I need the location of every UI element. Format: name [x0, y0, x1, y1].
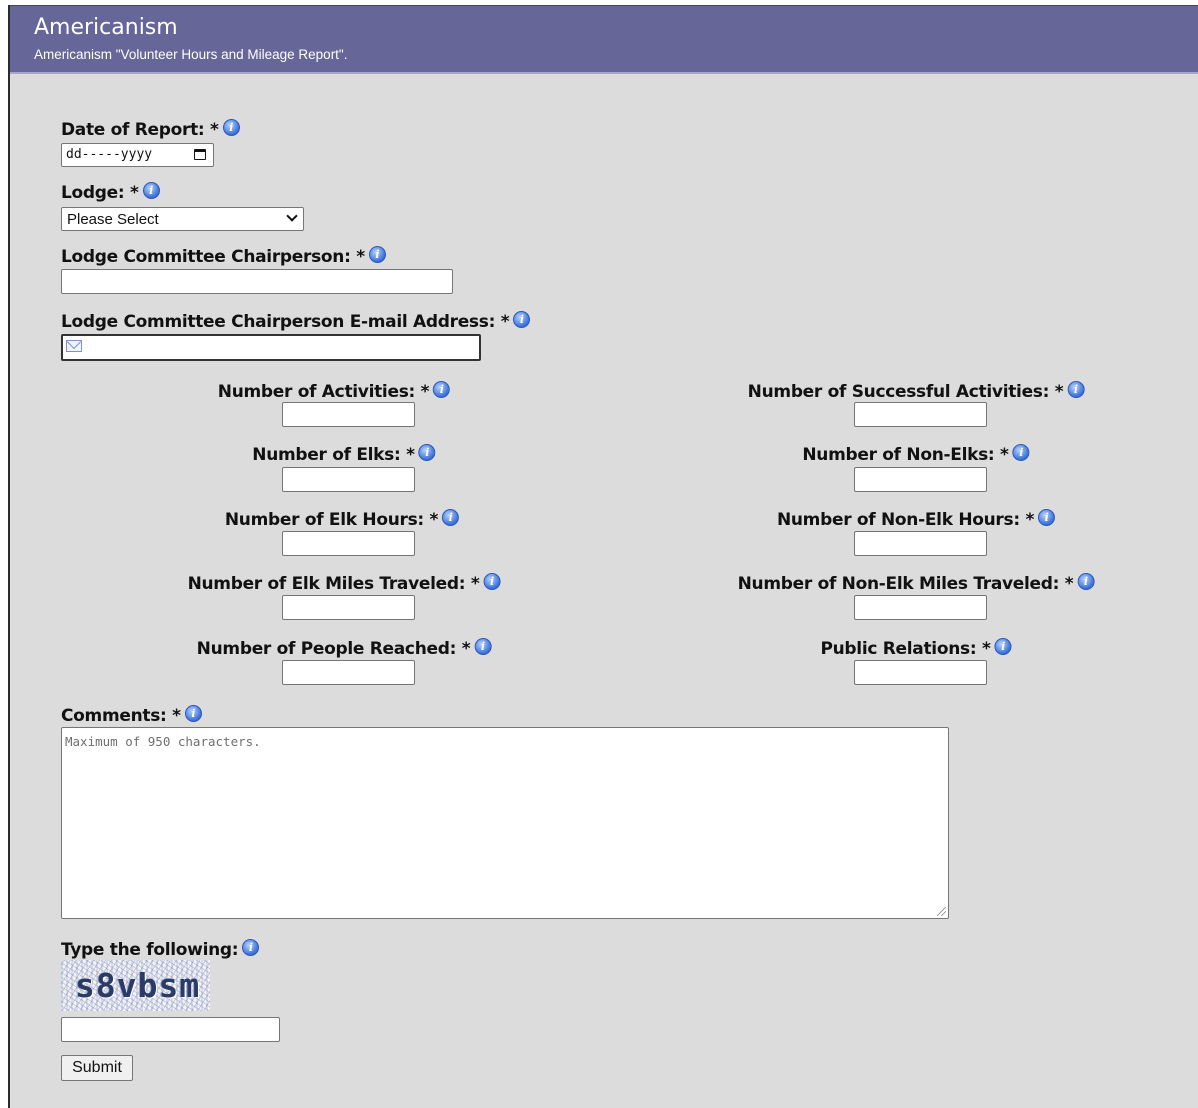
info-icon[interactable]: i: [1038, 509, 1056, 526]
public-relations-label-text: Public Relations: *: [820, 639, 991, 659]
captcha-label: Type the following: i: [61, 939, 260, 960]
num-people-reached-input[interactable]: [282, 660, 415, 685]
num-successful-activities-input[interactable]: [854, 402, 987, 427]
comments-label-text: Comments: *: [61, 706, 181, 726]
num-elk-miles-label-text: Number of Elk Miles Traveled: *: [187, 574, 480, 594]
lodge-label: Lodge: * i: [61, 182, 160, 203]
date-placeholder: dd-----yyyy: [66, 147, 153, 162]
num-elks-label: Number of Elks: * i: [252, 444, 436, 465]
num-people-reached-label: Number of People Reached: * i: [197, 638, 492, 659]
num-non-elks-input[interactable]: [854, 467, 987, 492]
info-icon[interactable]: i: [433, 381, 451, 398]
info-icon[interactable]: i: [242, 939, 260, 956]
num-non-elks-label: Number of Non-Elks: * i: [802, 444, 1030, 465]
form-frame: Americanism Americanism "Volunteer Hours…: [8, 5, 1198, 1108]
lodge-selected-value: Please Select: [67, 211, 159, 228]
chevron-down-icon: [286, 210, 298, 222]
envelope-icon: [66, 340, 82, 352]
resize-grip-icon[interactable]: [937, 907, 946, 916]
chairperson-email-label-text: Lodge Committee Chairperson E-mail Addre…: [61, 312, 510, 332]
info-icon[interactable]: i: [483, 573, 501, 590]
info-icon[interactable]: i: [474, 638, 492, 655]
date-of-report-label: Date of Report: * i: [61, 119, 240, 140]
num-activities-input[interactable]: [282, 402, 415, 427]
captcha-input[interactable]: [61, 1017, 280, 1042]
info-icon[interactable]: i: [1012, 444, 1030, 461]
captcha-label-text: Type the following:: [61, 940, 239, 960]
info-icon[interactable]: i: [142, 182, 160, 199]
calendar-icon[interactable]: [194, 149, 206, 160]
num-non-elk-hours-label-text: Number of Non-Elk Hours: *: [776, 510, 1035, 530]
form-title: Americanism: [34, 15, 178, 40]
num-non-elk-miles-label-text: Number of Non-Elk Miles Traveled: *: [737, 574, 1074, 594]
chairperson-label-text: Lodge Committee Chairperson: *: [61, 247, 365, 267]
info-icon[interactable]: i: [184, 705, 202, 722]
form-header: Americanism Americanism "Volunteer Hours…: [10, 5, 1198, 74]
submit-button[interactable]: Submit: [61, 1055, 133, 1081]
info-icon[interactable]: i: [418, 444, 436, 461]
num-activities-label: Number of Activities: * i: [217, 381, 451, 402]
num-successful-activities-label-text: Number of Successful Activities: *: [747, 382, 1064, 402]
date-of-report-input[interactable]: dd-----yyyy: [61, 143, 214, 167]
num-elk-hours-label-text: Number of Elk Hours: *: [224, 510, 439, 530]
lodge-label-text: Lodge: *: [61, 183, 139, 203]
captcha-code: s8vbsm: [75, 966, 201, 1005]
num-elk-hours-label: Number of Elk Hours: * i: [224, 509, 460, 530]
num-non-elk-miles-label: Number of Non-Elk Miles Traveled: * i: [738, 573, 1095, 594]
public-relations-input[interactable]: [854, 660, 987, 685]
info-icon[interactable]: i: [1067, 381, 1085, 398]
num-successful-activities-label: Number of Successful Activities: * i: [748, 381, 1085, 402]
num-elks-input[interactable]: [282, 467, 415, 492]
lodge-select[interactable]: Please Select: [61, 207, 304, 231]
captcha-image: s8vbsm: [61, 960, 210, 1011]
chairperson-email-input[interactable]: [61, 334, 481, 361]
chairperson-email-label: Lodge Committee Chairperson E-mail Addre…: [61, 311, 531, 332]
public-relations-label: Public Relations: * i: [820, 638, 1012, 659]
form-subtitle: Americanism "Volunteer Hours and Mileage…: [34, 47, 348, 62]
num-non-elk-miles-input[interactable]: [854, 595, 987, 620]
info-icon[interactable]: i: [513, 311, 531, 328]
chairperson-label: Lodge Committee Chairperson: * i: [61, 246, 386, 267]
info-icon[interactable]: i: [442, 509, 460, 526]
info-icon[interactable]: i: [994, 638, 1012, 655]
chairperson-input[interactable]: [61, 269, 453, 294]
num-elk-miles-input[interactable]: [282, 595, 415, 620]
num-elk-miles-label: Number of Elk Miles Traveled: * i: [188, 573, 501, 594]
comments-placeholder: Maximum of 950 characters.: [65, 734, 261, 749]
num-non-elk-hours-input[interactable]: [854, 531, 987, 556]
info-icon[interactable]: i: [1077, 573, 1095, 590]
num-elk-hours-input[interactable]: [282, 531, 415, 556]
num-elks-label-text: Number of Elks: *: [252, 445, 415, 465]
num-non-elk-hours-label: Number of Non-Elk Hours: * i: [776, 509, 1056, 530]
date-of-report-label-text: Date of Report: *: [61, 120, 219, 140]
info-icon[interactable]: i: [368, 246, 386, 263]
num-people-reached-label-text: Number of People Reached: *: [196, 639, 471, 659]
comments-textarea[interactable]: Maximum of 950 characters.: [61, 727, 949, 919]
info-icon[interactable]: i: [222, 119, 240, 136]
num-non-elks-label-text: Number of Non-Elks: *: [802, 445, 1009, 465]
comments-label: Comments: * i: [61, 705, 202, 726]
num-activities-label-text: Number of Activities: *: [217, 382, 430, 402]
